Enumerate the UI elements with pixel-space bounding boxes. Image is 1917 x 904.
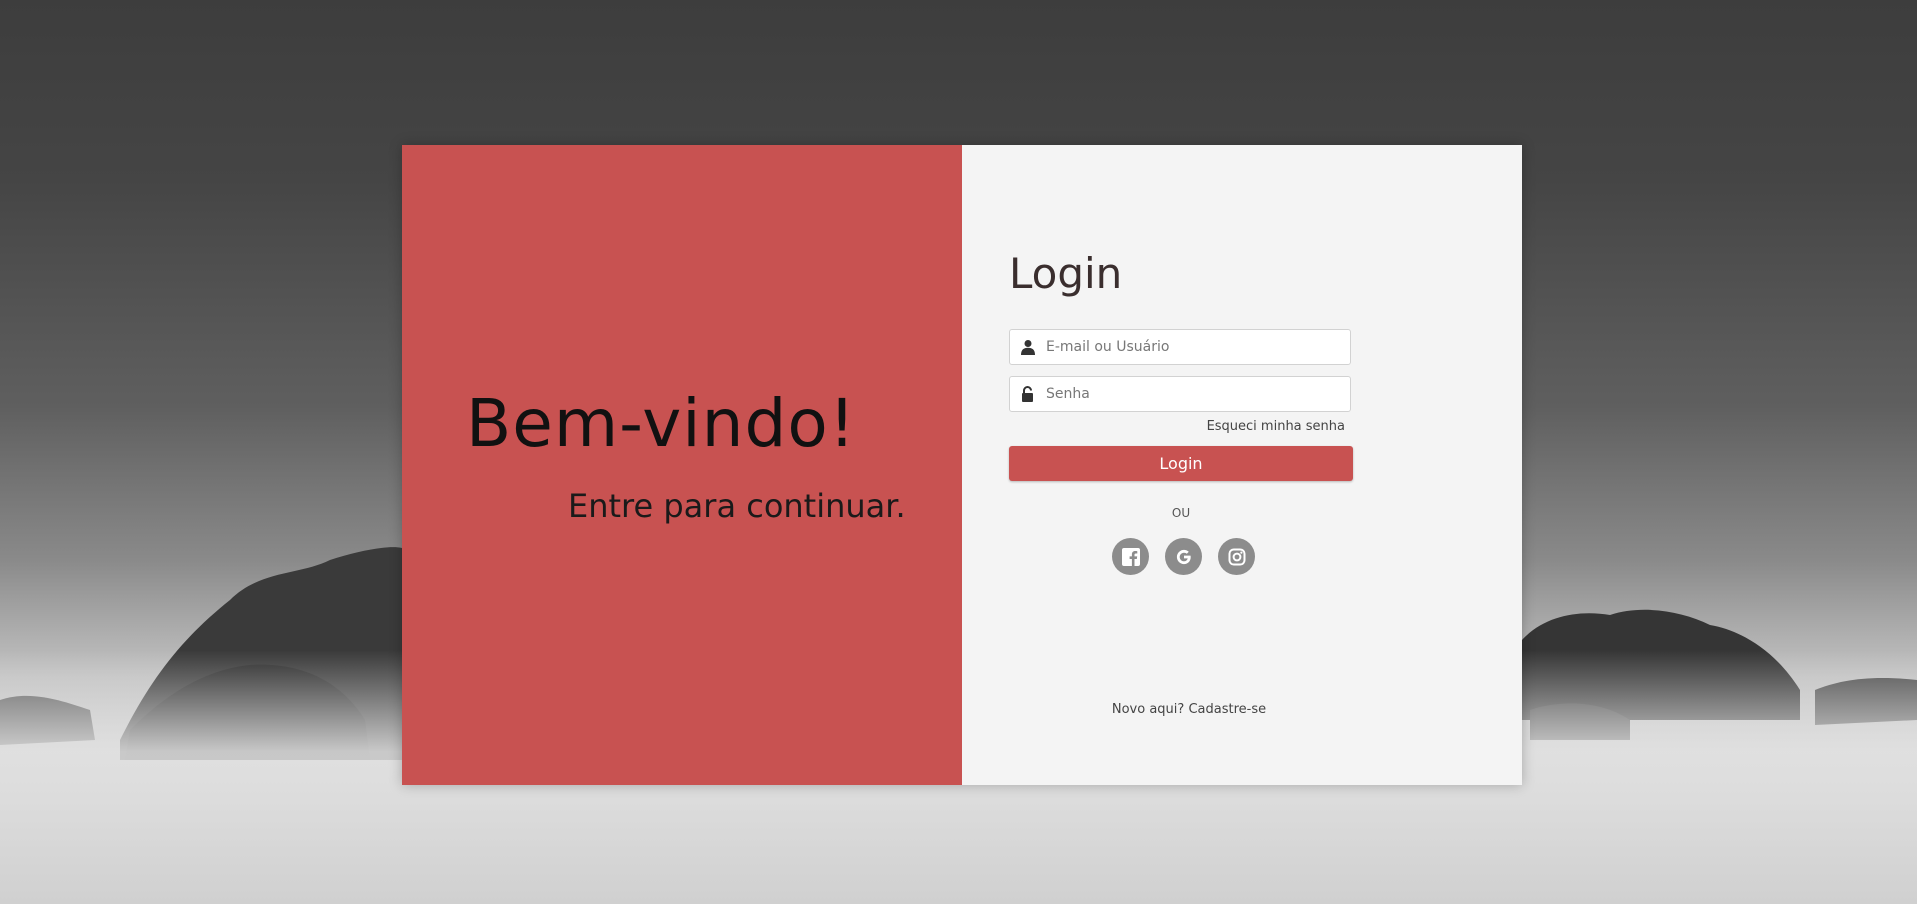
or-divider: OU — [1171, 506, 1191, 520]
signup-link[interactable]: Cadastre-se — [1188, 702, 1266, 717]
facebook-button[interactable] — [1112, 538, 1149, 575]
password-input[interactable] — [1046, 379, 1336, 409]
forgot-password-link[interactable]: Esqueci minha senha — [1009, 419, 1345, 434]
password-field[interactable] — [1009, 376, 1351, 412]
user-icon — [1010, 330, 1046, 364]
instagram-button[interactable] — [1218, 538, 1255, 575]
email-field[interactable] — [1009, 329, 1351, 365]
facebook-icon — [1121, 547, 1140, 566]
login-card: Bem-vindo! Entre para continuar. Login E… — [402, 145, 1522, 785]
welcome-subtitle: Entre para continuar. — [568, 487, 906, 525]
email-input[interactable] — [1046, 332, 1336, 362]
signup-question: Novo aqui? — [1111, 702, 1185, 717]
welcome-panel: Bem-vindo! Entre para continuar. — [402, 145, 962, 785]
google-button[interactable] — [1165, 538, 1202, 575]
social-login-group — [1112, 538, 1255, 575]
google-icon — [1176, 549, 1191, 564]
signup-prompt: Novo aqui? Cadastre-se — [1009, 702, 1369, 717]
login-panel: Login Esqueci minha senha Login OU — [962, 145, 1522, 785]
unlock-icon — [1010, 377, 1046, 411]
login-button[interactable]: Login — [1009, 446, 1353, 481]
login-title: Login — [1009, 249, 1123, 298]
instagram-icon — [1228, 548, 1245, 565]
welcome-title: Bem-vindo! — [466, 385, 857, 462]
